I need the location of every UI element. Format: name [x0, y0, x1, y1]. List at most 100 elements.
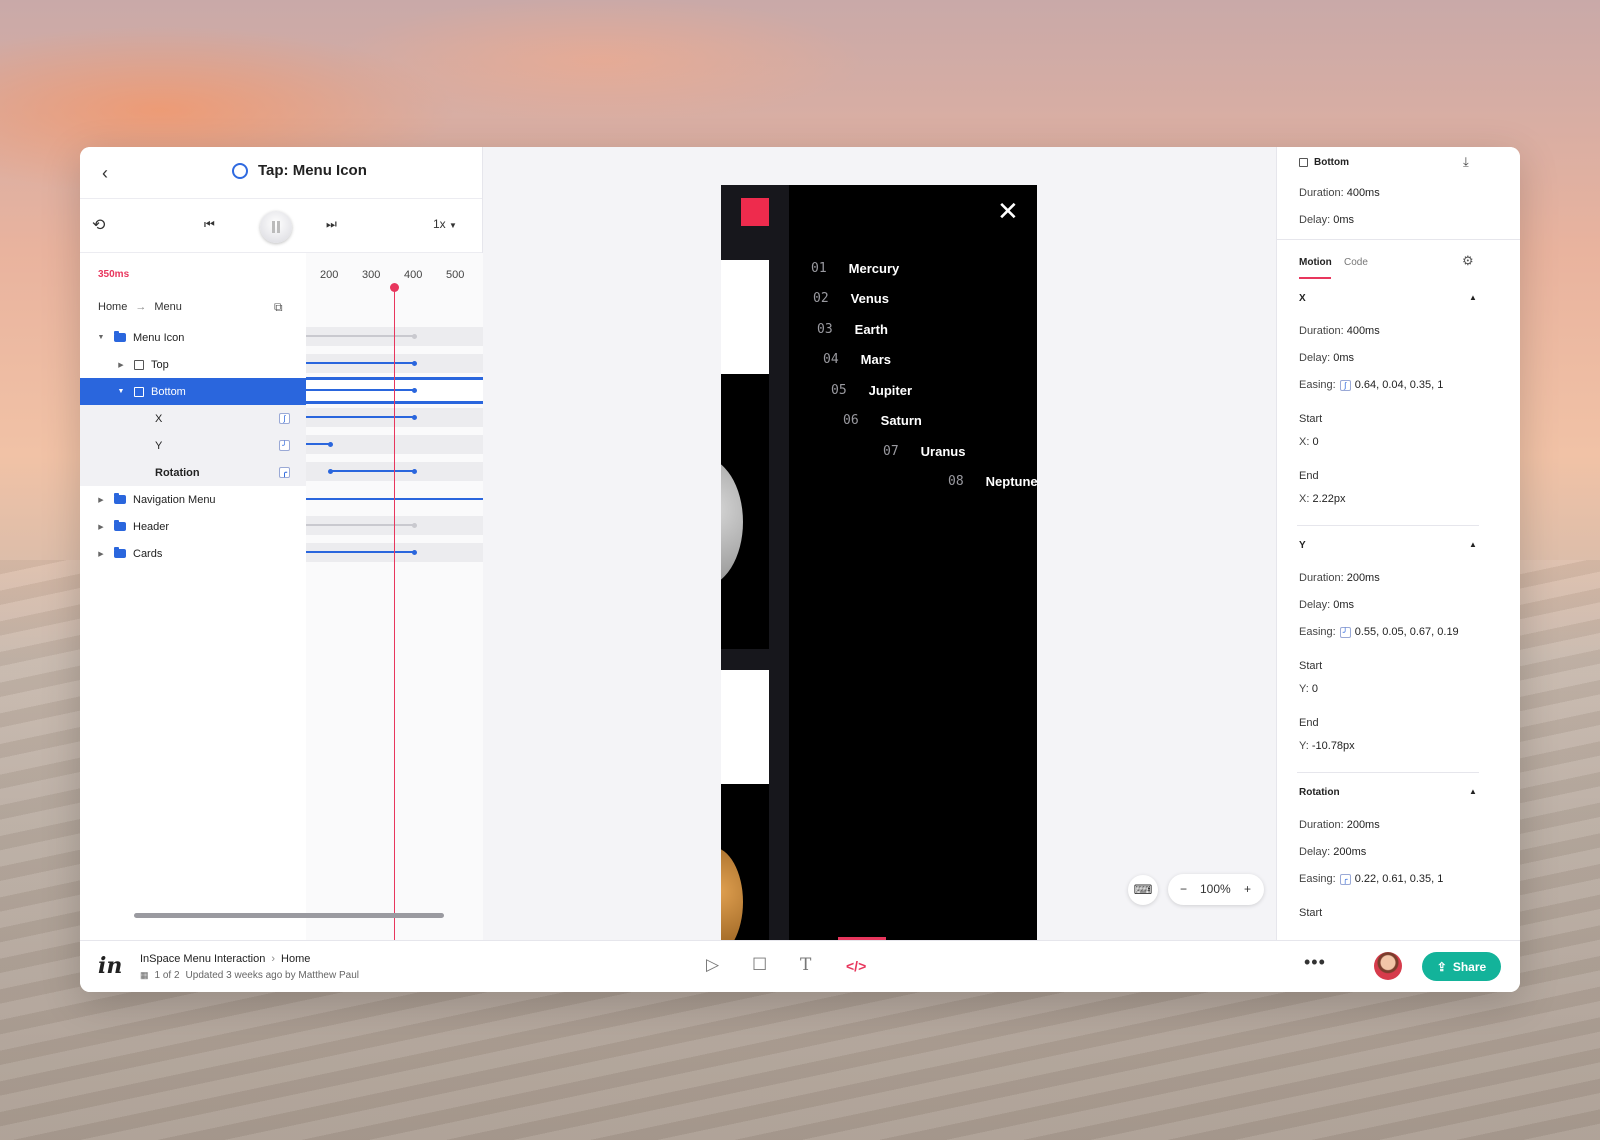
menu-item-venus[interactable]: 02 Venus	[813, 291, 889, 306]
timeline-tick: 300	[362, 269, 381, 281]
layer-cards[interactable]: ▶ Cards	[80, 540, 306, 567]
x-start-value[interactable]: X: 0	[1299, 436, 1319, 448]
track-bar	[306, 551, 414, 553]
layer-bottom[interactable]: ▼ Bottom	[80, 378, 306, 405]
updated-text: Updated 3 weeks ago by Matthew Paul	[185, 970, 359, 981]
menu-item-label: Mercury	[848, 261, 900, 276]
horizontal-scrollbar[interactable]	[134, 913, 444, 918]
rectangle-icon	[134, 359, 144, 370]
loop-icon[interactable]: ⟲	[92, 215, 105, 235]
screen-name[interactable]: Home	[281, 953, 310, 965]
layer-label: Menu Icon	[133, 331, 185, 344]
menu-item-mars[interactable]: 04 Mars	[823, 352, 891, 367]
avatar[interactable]	[1374, 952, 1402, 980]
share-button[interactable]: ⇪ Share	[1422, 952, 1501, 981]
section-y-title: Y	[1299, 540, 1306, 551]
layer-menu-icon[interactable]: ▼ Menu Icon	[80, 324, 306, 351]
menu-item-label: Venus	[850, 291, 889, 306]
y-end-value[interactable]: Y: -10.78px	[1299, 740, 1355, 752]
text-tool-icon[interactable]: T	[800, 955, 811, 975]
breadcrumb-to[interactable]: Menu	[154, 301, 182, 313]
menu-item-number: 07	[883, 444, 899, 459]
skip-forward-icon[interactable]: ⏭	[326, 217, 337, 232]
section-rotation-title: Rotation	[1299, 787, 1340, 798]
y-easing[interactable]: Easing: ╯ 0.55, 0.05, 0.67, 0.19	[1299, 626, 1459, 638]
x-easing[interactable]: Easing: ∫ 0.64, 0.04, 0.35, 1	[1299, 379, 1443, 391]
caret-right-icon[interactable]: ▶	[116, 361, 126, 369]
menu-item-mercury[interactable]: 01 Mercury	[811, 261, 899, 276]
track-bar	[330, 470, 414, 472]
property-x[interactable]: X ∫	[80, 405, 306, 432]
download-icon[interactable]: ⤓	[1463, 154, 1469, 170]
keyframe-dot[interactable]	[412, 468, 417, 474]
keyframe-dot[interactable]	[412, 549, 417, 555]
keyframe-dot[interactable]	[412, 333, 417, 339]
x-end-value[interactable]: X: 2.22px	[1299, 493, 1346, 505]
keyframe-dot[interactable]	[412, 414, 417, 420]
property-y[interactable]: Y ╯	[80, 432, 306, 459]
gear-icon[interactable]: ⚙	[1462, 253, 1474, 269]
menu-item-saturn[interactable]: 06 Saturn	[843, 413, 922, 428]
easing-curve-icon[interactable]: ∫	[279, 413, 290, 424]
keyframe-dot[interactable]	[412, 387, 417, 393]
easing-curve-icon[interactable]: ╯	[1339, 627, 1351, 638]
caret-up-icon[interactable]: ▲	[1469, 540, 1477, 549]
divider	[1277, 239, 1520, 240]
skip-back-icon[interactable]: ⏮	[204, 217, 215, 232]
app-window: ‹ Tap: Menu Icon ⟲ ⏮ ⏭ 1x ▼ 350ms Home →…	[80, 147, 1520, 992]
zoom-out-button[interactable]: −	[1180, 882, 1187, 896]
caret-right-icon[interactable]: ▶	[96, 523, 106, 531]
property-rotation[interactable]: Rotation ╭	[80, 459, 306, 486]
easing-curve-icon[interactable]: ∫	[1339, 380, 1351, 391]
copy-icon[interactable]: ⧉	[274, 300, 283, 315]
menu-item-uranus[interactable]: 07 Uranus	[883, 444, 965, 459]
project-name[interactable]: InSpace Menu Interaction	[140, 953, 265, 965]
rotation-easing[interactable]: Easing: ╭ 0.22, 0.61, 0.35, 1	[1299, 873, 1443, 885]
close-icon[interactable]: ✕	[997, 197, 1019, 225]
easing-curve-icon[interactable]: ╯	[279, 440, 290, 451]
caret-right-icon[interactable]: ▶	[96, 496, 106, 504]
caret-down-icon[interactable]: ▼	[116, 388, 126, 395]
caret-up-icon[interactable]: ▲	[1469, 787, 1477, 796]
layer-tree: 350ms Home → Menu ⧉ ▼ Menu Icon ▶ Top ▼ …	[80, 253, 306, 940]
layer-navigation-menu[interactable]: ▶ Navigation Menu	[80, 486, 306, 513]
track-bar	[306, 524, 414, 526]
keyboard-icon[interactable]: ⌨	[1128, 875, 1158, 905]
chevron-left-icon[interactable]: ‹	[102, 163, 108, 184]
tab-motion[interactable]: Motion	[1299, 257, 1332, 268]
folder-icon	[114, 493, 126, 504]
more-icon[interactable]: •••	[1304, 952, 1326, 973]
timeline-panel: ‹ Tap: Menu Icon ⟲ ⏮ ⏭ 1x ▼ 350ms Home →…	[80, 147, 483, 940]
breadcrumb-from[interactable]: Home	[98, 301, 127, 313]
play-icon[interactable]: ▷	[706, 955, 719, 975]
caret-right-icon[interactable]: ▶	[96, 550, 106, 558]
keyframe-dot[interactable]	[328, 441, 333, 447]
comment-icon[interactable]: ☐	[752, 955, 767, 975]
invision-logo[interactable]: in	[98, 953, 122, 979]
timeline-tracks[interactable]: 200 300 400 500	[306, 253, 483, 940]
menu-item-neptune[interactable]: 08 Neptune	[948, 474, 1037, 489]
pause-button[interactable]	[260, 211, 292, 243]
easing-curve-icon[interactable]: ╭	[279, 467, 290, 478]
keyframe-dot[interactable]	[412, 360, 417, 366]
x-end-label: End	[1299, 470, 1319, 482]
layer-header[interactable]: ▶ Header	[80, 513, 306, 540]
tab-code[interactable]: Code	[1344, 257, 1368, 268]
easing-curve-icon[interactable]: ╭	[1339, 874, 1351, 885]
zoom-in-button[interactable]: +	[1244, 882, 1251, 896]
menu-item-jupiter[interactable]: 05 Jupiter	[831, 383, 912, 398]
rotation-duration: Duration: 200ms	[1299, 819, 1380, 831]
menu-item-earth[interactable]: 03 Earth	[817, 322, 888, 337]
phone-preview[interactable]: ✕ 01 Mercury 02 Venus 03 Earth 04 Mars 0…	[721, 185, 1037, 940]
code-icon[interactable]: </>	[846, 958, 866, 974]
caret-up-icon[interactable]: ▲	[1469, 293, 1477, 302]
playhead[interactable]	[390, 283, 399, 940]
layer-top[interactable]: ▶ Top	[80, 351, 306, 378]
share-label: Share	[1452, 959, 1487, 974]
y-start-value[interactable]: Y: 0	[1299, 683, 1318, 695]
caret-down-icon[interactable]: ▼	[96, 334, 106, 341]
chevron-right-icon: ›	[271, 953, 276, 965]
menu-icon-block[interactable]	[741, 198, 769, 226]
speed-select[interactable]: 1x ▼	[433, 217, 457, 231]
keyframe-dot[interactable]	[412, 522, 417, 528]
